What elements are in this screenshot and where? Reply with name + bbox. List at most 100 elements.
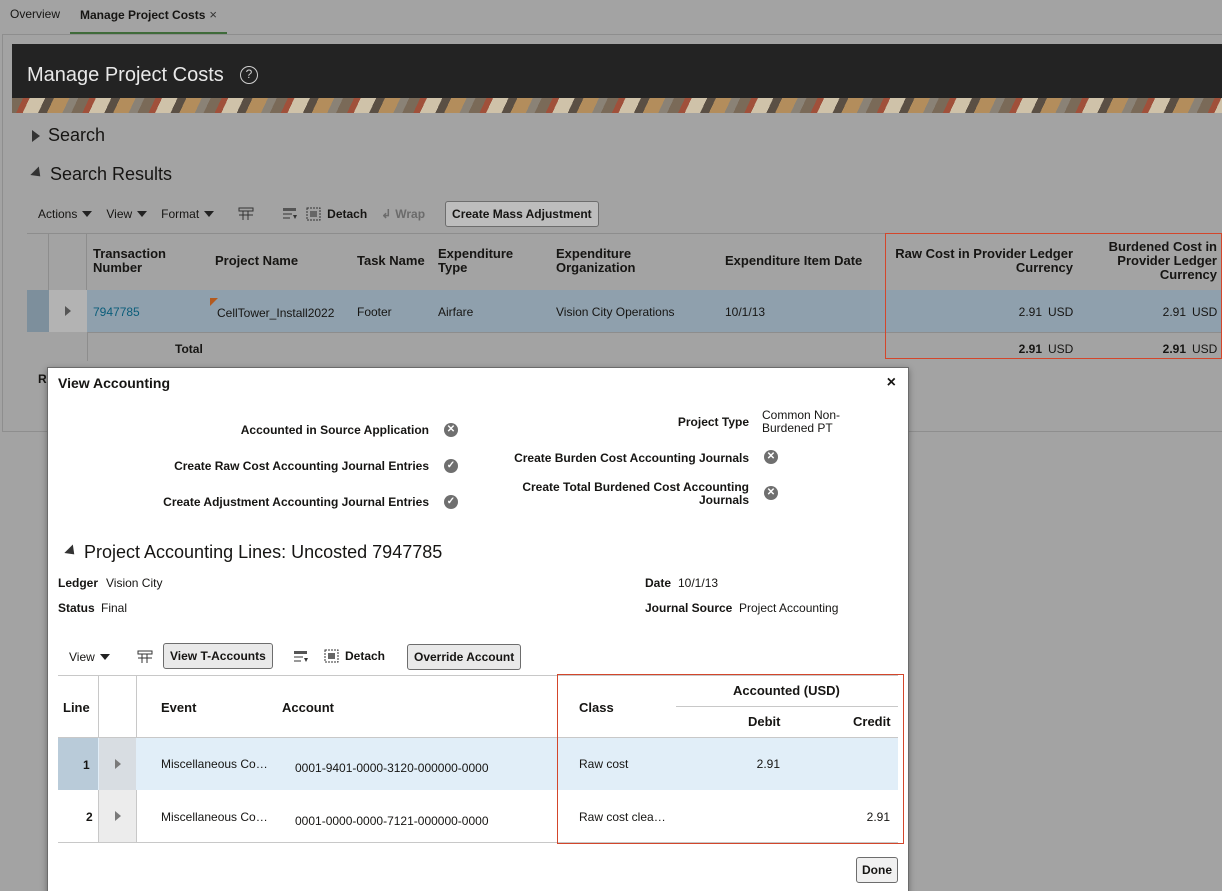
event-cell: Miscellaneous Co… — [161, 757, 268, 771]
journal-source-value: Project Accounting — [739, 601, 839, 615]
expenditure-type-cell: Airfare — [438, 305, 474, 319]
no-icon: ✕ — [764, 450, 778, 464]
chevron-down-icon — [99, 654, 110, 660]
project-type-label: Project Type — [677, 415, 749, 429]
format-menu[interactable]: Format — [161, 207, 215, 221]
detach-icon — [324, 649, 339, 663]
page-title: Manage Project Costs — [27, 64, 224, 86]
dialog-detach-button[interactable]: Detach — [324, 649, 385, 663]
no-icon: ✕ — [444, 423, 458, 437]
row-expander[interactable] — [49, 290, 87, 332]
collapse-triangle-icon — [64, 544, 79, 559]
collapse-triangle-icon — [30, 166, 45, 181]
burden-journals-label: Create Burden Cost Accounting Journals — [514, 451, 749, 465]
dialog-view-menu[interactable]: View — [69, 650, 110, 664]
yes-check-icon: ✓ — [444, 495, 458, 509]
dialog-detach-label: Detach — [345, 649, 386, 663]
total-row-left-border — [87, 333, 88, 361]
row-expander[interactable] — [99, 738, 136, 790]
col-line[interactable]: Line — [63, 700, 90, 715]
expand-triangle-icon — [32, 129, 40, 142]
search-results-label: Search Results — [50, 164, 173, 184]
account-cell: 0001-9401-0000-3120-000000-0000 — [295, 761, 489, 775]
filter-icon[interactable] — [282, 207, 298, 221]
chevron-down-icon — [137, 211, 148, 217]
date-label: Date — [645, 576, 672, 590]
total-label: Total — [175, 342, 203, 356]
chevron-down-icon — [82, 211, 93, 217]
dialog-view-menu-label: View — [69, 650, 95, 664]
wrap-icon: ↲ — [381, 207, 392, 221]
view-menu-label: View — [106, 207, 133, 221]
col-task-name[interactable]: Task Name — [357, 246, 425, 276]
help-icon[interactable]: ? — [240, 66, 258, 84]
expenditure-item-date-cell: 10/1/13 — [725, 305, 766, 319]
journal-source-label: Journal Source — [645, 601, 733, 615]
results-toolbar: Actions View Format Detach ↲ Wrap Create … — [38, 200, 599, 228]
tab-bar: Overview Manage Project Costs × — [0, 0, 1222, 34]
tab-overview[interactable]: Overview — [0, 0, 70, 34]
no-icon: ✕ — [764, 486, 778, 500]
expand-row-icon — [65, 306, 71, 316]
highlight-accounting-columns — [557, 674, 904, 844]
dialog-title: View Accounting — [58, 375, 171, 391]
highlight-cost-columns — [885, 233, 1222, 359]
transaction-number-link[interactable]: 7947785 — [93, 305, 140, 319]
col-transaction-number[interactable]: Transaction Number — [93, 246, 203, 276]
actions-menu-label: Actions — [38, 207, 78, 221]
accounting-lines-title: Project Accounting Lines: Uncosted 79477… — [84, 542, 443, 562]
project-name-cell: CellTower_Install2022 — [217, 306, 335, 320]
view-accounting-dialog: View Accounting × Accounted in Source Ap… — [47, 367, 909, 891]
actions-menu[interactable]: Actions — [38, 207, 93, 221]
col-expenditure-type[interactable]: Expenditure Type — [438, 246, 538, 276]
col-expenditure-item-date[interactable]: Expenditure Item Date — [725, 246, 862, 276]
search-section-label: Search — [48, 125, 106, 145]
detach-button[interactable]: Detach — [306, 207, 367, 221]
override-account-button[interactable]: Override Account — [407, 644, 522, 670]
format-menu-label: Format — [161, 207, 200, 221]
task-name-cell: Footer — [357, 305, 392, 319]
expand-row-icon — [115, 811, 121, 821]
create-mass-adjustment-button[interactable]: Create Mass Adjustment — [445, 201, 599, 227]
page-header: Manage Project Costs ? — [12, 44, 1222, 113]
row-selector[interactable] — [27, 290, 49, 332]
wrap-label: Wrap — [395, 207, 426, 221]
status-value: Final — [101, 601, 128, 615]
accounting-lines-section-toggle[interactable]: Project Accounting Lines: Uncosted 79477… — [64, 542, 442, 563]
detach-label: Detach — [327, 207, 368, 221]
row-expander[interactable] — [99, 790, 136, 842]
search-section-toggle[interactable]: Search — [32, 125, 105, 146]
col-event[interactable]: Event — [161, 700, 196, 715]
freeze-columns-icon[interactable] — [137, 650, 153, 664]
total-burdened-journals-label: Create Total Burdened Cost Accounting Jo… — [522, 480, 749, 507]
view-menu[interactable]: View — [106, 207, 148, 221]
yes-check-icon: ✓ — [444, 459, 458, 473]
tab-manage-project-costs[interactable]: Manage Project Costs × — [70, 0, 227, 34]
tab-overview-label: Overview — [10, 7, 61, 21]
tab-manage-project-costs-label: Manage Project Costs — [80, 8, 206, 22]
view-t-accounts-button[interactable]: View T-Accounts — [163, 643, 273, 669]
expand-row-icon — [115, 759, 121, 769]
freeze-columns-icon[interactable] — [238, 207, 254, 221]
col-account[interactable]: Account — [282, 700, 334, 715]
ledger-label: Ledger — [58, 576, 99, 590]
expenditure-organization-cell: Vision City Operations — [556, 305, 675, 319]
detach-icon — [306, 207, 321, 221]
adjustment-journals-label: Create Adjustment Accounting Journal Ent… — [163, 495, 429, 509]
wrap-button[interactable]: ↲ Wrap — [381, 207, 425, 221]
col-project-name[interactable]: Project Name — [215, 246, 298, 276]
change-indicator-icon — [210, 298, 218, 306]
col-expenditure-organization[interactable]: Expenditure Organization — [556, 246, 696, 276]
search-results-section-toggle[interactable]: Search Results — [30, 164, 172, 185]
event-cell: Miscellaneous Co… — [161, 810, 268, 824]
filter-icon[interactable] — [293, 650, 309, 664]
row-selector[interactable] — [58, 738, 98, 790]
close-tab-icon[interactable]: × — [209, 7, 217, 22]
done-button[interactable]: Done — [856, 857, 898, 883]
accounted-in-source-label: Accounted in Source Application — [240, 423, 429, 437]
account-cell: 0001-0000-0000-7121-000000-0000 — [295, 814, 489, 828]
close-dialog-icon[interactable]: × — [887, 374, 896, 392]
raw-cost-journals-label: Create Raw Cost Accounting Journal Entri… — [174, 459, 429, 473]
date-value: 10/1/13 — [678, 576, 719, 590]
chevron-down-icon — [204, 211, 215, 217]
